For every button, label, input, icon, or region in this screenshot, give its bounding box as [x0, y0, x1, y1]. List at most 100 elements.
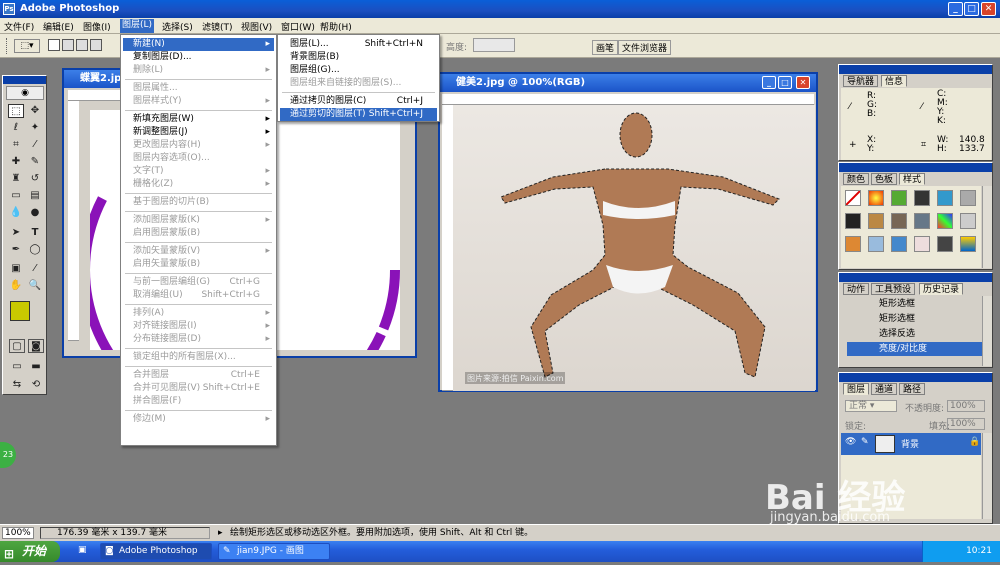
menu-select[interactable]: 选择(S) — [162, 20, 193, 33]
tab-paths[interactable]: 路径 — [899, 383, 926, 395]
tab-navigator[interactable]: 导航器 — [843, 75, 879, 87]
quick-mask-icon[interactable]: ◙ — [28, 339, 44, 353]
menu-image[interactable]: 图像(I) — [83, 20, 111, 33]
marquee-preset-icon[interactable]: ⬚▾ — [14, 39, 40, 53]
lasso-tool-icon[interactable]: ℓ — [8, 121, 24, 135]
style-swatch[interactable] — [868, 213, 884, 229]
tab-color[interactable]: 颜色 — [843, 173, 870, 185]
history-item[interactable]: 矩形选框 — [847, 312, 982, 326]
style-swatch[interactable] — [891, 236, 907, 252]
layer-menu-item[interactable]: 新填充图层(W) ▸ — [123, 113, 274, 126]
layers-scrollbar[interactable] — [982, 433, 992, 519]
screen-mode-standard-icon[interactable]: ▭ — [9, 360, 25, 374]
new-submenu-item[interactable]: 通过拷贝的图层(C) Ctrl+J — [280, 95, 437, 108]
style-swatch[interactable] — [914, 236, 930, 252]
maximize-button[interactable]: □ — [964, 2, 979, 16]
shape-tool-icon[interactable]: ◯ — [27, 243, 43, 257]
menu-filter[interactable]: 滤镜(T) — [202, 20, 233, 33]
dodge-tool-icon[interactable]: ● — [27, 206, 43, 220]
move-tool-icon[interactable]: ✥ — [27, 104, 43, 118]
doc-close-button[interactable]: ✕ — [796, 76, 810, 89]
style-swatch[interactable] — [845, 213, 861, 229]
layer-menu-item[interactable]: 新建(N) ▸ — [123, 38, 274, 51]
path-selection-tool-icon[interactable]: ➤ — [8, 226, 24, 240]
style-swatch[interactable] — [937, 190, 953, 206]
tab-info[interactable]: 信息 — [881, 75, 908, 87]
tab-history[interactable]: 历史记录 — [919, 283, 964, 295]
magic-wand-tool-icon[interactable]: ✦ — [27, 121, 43, 135]
blend-mode-select[interactable]: 正常 ▾ — [845, 400, 897, 412]
healing-brush-tool-icon[interactable]: ✚ — [8, 155, 24, 169]
history-brush-tool-icon[interactable]: ↺ — [27, 172, 43, 186]
menu-window[interactable]: 窗口(W) — [281, 20, 315, 33]
tab-brushes[interactable]: 画笔 — [592, 40, 619, 55]
new-submenu-item[interactable]: 图层(L)... Shift+Ctrl+N — [280, 38, 437, 51]
blur-tool-icon[interactable]: 💧 — [8, 206, 24, 220]
slice-tool-icon[interactable]: ⁄ — [27, 138, 43, 152]
eyedropper-tool-icon[interactable]: ⁄ — [27, 262, 43, 276]
opacity-input[interactable]: 100% — [947, 400, 985, 412]
eraser-tool-icon[interactable]: ▭ — [8, 189, 24, 203]
start-button[interactable]: ⊞ 开始 — [0, 541, 60, 562]
style-none-swatch[interactable] — [845, 190, 861, 206]
hand-tool-icon[interactable]: ✋ — [8, 279, 24, 293]
history-item-selected[interactable]: 亮度/对比度 — [847, 342, 982, 356]
tab-swatches[interactable]: 色板 — [871, 173, 898, 185]
menu-layer[interactable]: 图层(L) — [120, 19, 155, 33]
pen-tool-icon[interactable]: ✒ — [8, 243, 24, 257]
new-selection-icon[interactable] — [48, 39, 60, 51]
style-swatch[interactable] — [960, 236, 976, 252]
doc-minimize-button[interactable]: _ — [762, 76, 776, 89]
menu-edit[interactable]: 编辑(E) — [43, 20, 74, 33]
jump-to-imageready-icon[interactable]: ⇆ — [9, 378, 25, 392]
taskbar-item-photoshop[interactable]: ◙ Adobe Photoshop — [100, 543, 212, 560]
style-swatch[interactable] — [937, 213, 953, 229]
tab-channels[interactable]: 通道 — [871, 383, 898, 395]
layer-menu-item[interactable]: 新调整图层(J) ▸ — [123, 126, 274, 139]
tab-tool-presets[interactable]: 工具预设 — [871, 283, 916, 295]
type-tool-icon[interactable]: T — [27, 226, 43, 240]
add-selection-icon[interactable] — [62, 39, 74, 51]
taskbar-item-paint[interactable]: ✎ jian9.JPG - 画图 — [218, 543, 330, 560]
quicklaunch-icon[interactable]: ▣ — [78, 545, 87, 555]
imageready-icon[interactable]: ⟲ — [28, 378, 44, 392]
clone-stamp-tool-icon[interactable]: ♜ — [8, 172, 24, 186]
brush-tool-icon[interactable]: ✎ — [27, 155, 43, 169]
menu-file[interactable]: 文件(F) — [4, 20, 34, 33]
eye-logo-icon[interactable]: ◉ — [6, 86, 44, 100]
style-swatch[interactable] — [891, 213, 907, 229]
intersect-selection-icon[interactable] — [90, 39, 102, 51]
new-submenu-item[interactable]: 图层组(G)... — [280, 64, 437, 77]
rect-marquee-tool-icon[interactable]: ⬚ — [8, 104, 24, 118]
foreground-color-swatch[interactable] — [10, 301, 30, 321]
gradient-tool-icon[interactable]: ▤ — [27, 189, 43, 203]
new-submenu-item[interactable]: 通过剪切的图层(T) Shift+Ctrl+J — [280, 108, 437, 121]
tab-layers[interactable]: 图层 — [843, 383, 870, 395]
history-item[interactable]: 选择反选 — [847, 327, 982, 341]
history-item[interactable]: 矩形选框 — [847, 297, 982, 311]
close-button[interactable]: ✕ — [981, 2, 996, 16]
menu-help[interactable]: 帮助(H) — [320, 20, 352, 33]
layer-menu-item[interactable]: 复制图层(D)... — [123, 51, 274, 64]
zoom-input[interactable]: 100% — [2, 527, 34, 539]
document-window-right[interactable]: 健美2.jpg @ 100%(RGB) _ □ ✕ 图片来源:拍信 Paixin… — [438, 72, 818, 392]
new-submenu-item[interactable]: 背景图层(B) — [280, 51, 437, 64]
style-swatch[interactable] — [937, 236, 953, 252]
style-swatch[interactable] — [891, 190, 907, 206]
styles-scrollbar[interactable] — [982, 186, 992, 268]
crop-tool-icon[interactable]: ⌗ — [8, 138, 24, 152]
style-swatch[interactable] — [868, 236, 884, 252]
menu-view[interactable]: 视图(V) — [241, 20, 272, 33]
zoom-tool-icon[interactable]: 🔍 — [27, 279, 43, 293]
doc-maximize-button[interactable]: □ — [778, 76, 792, 89]
layer-row-background[interactable]: 👁 ✎ 背景 🔒 — [841, 433, 981, 455]
subtract-selection-icon[interactable] — [76, 39, 88, 51]
layer-visibility-eye-icon[interactable]: 👁 — [845, 437, 856, 447]
tab-styles[interactable]: 样式 — [899, 173, 926, 185]
style-swatch[interactable] — [914, 190, 930, 206]
style-swatch[interactable] — [960, 213, 976, 229]
tab-actions[interactable]: 动作 — [843, 283, 870, 295]
minimize-button[interactable]: _ — [948, 2, 963, 16]
notes-tool-icon[interactable]: ▣ — [8, 262, 24, 276]
style-swatch[interactable] — [845, 236, 861, 252]
